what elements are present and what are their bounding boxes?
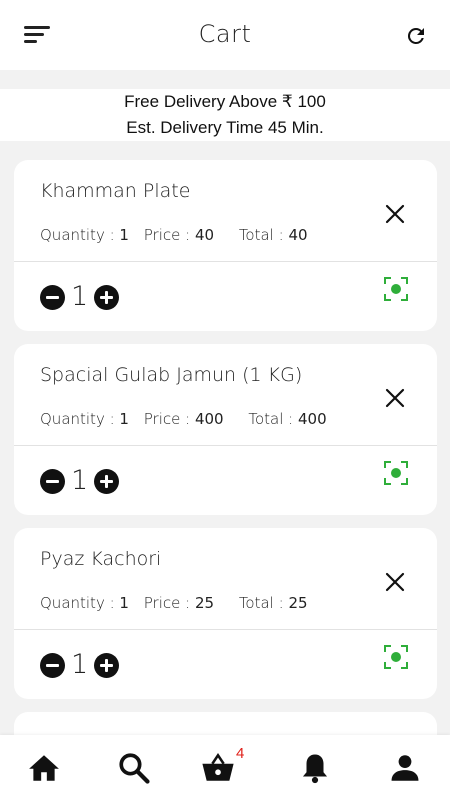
close-icon[interactable] (385, 204, 405, 224)
delivery-time-text: Est. Delivery Time 45 Min. (126, 118, 324, 137)
item-name: Pyaz Kachori (40, 548, 162, 570)
veg-indicator-icon (384, 645, 408, 669)
cart-item-card: Spacial Gulab Jamun (1 KG) Quantity : 1 … (14, 344, 437, 515)
total-value: 25 (288, 594, 308, 612)
profile-icon[interactable] (388, 751, 422, 785)
cart-item-card: Pyaz Kachori Quantity : 1 Price : 25 Tot… (14, 528, 437, 699)
price-label: Price : (143, 226, 195, 244)
quantity-label: Quantity : (40, 594, 120, 612)
veg-indicator-icon (384, 277, 408, 301)
delivery-info-banner: Free Delivery Above ₹ 100 Est. Delivery … (0, 89, 450, 141)
stepper-value: 1 (71, 649, 89, 680)
close-icon[interactable] (385, 388, 405, 408)
stepper-value: 1 (71, 281, 89, 312)
total-label: Total : (238, 226, 289, 244)
quantity-stepper: 1 (40, 281, 120, 312)
bottom-navigation: 4 (0, 735, 450, 800)
page-title: Cart (198, 20, 252, 48)
quantity-stepper: 1 (40, 649, 120, 680)
quantity-label: Quantity : (40, 410, 120, 428)
home-icon[interactable] (27, 751, 61, 785)
divider (14, 261, 437, 262)
stepper-value: 1 (71, 465, 89, 496)
close-icon[interactable] (385, 572, 405, 592)
minus-circle-icon[interactable] (40, 652, 65, 678)
cart-count-badge: 4 (236, 745, 245, 762)
divider (14, 629, 437, 630)
item-name: Spacial Gulab Jamun (1 KG) (40, 364, 303, 386)
quantity-stepper: 1 (40, 465, 120, 496)
plus-circle-icon[interactable] (94, 652, 120, 678)
total-label: Total : (248, 410, 298, 428)
price-value: 400 (194, 410, 224, 428)
notification-bell-icon[interactable] (298, 751, 332, 785)
free-delivery-text: Free Delivery Above ₹ 100 (124, 92, 326, 111)
minus-circle-icon[interactable] (40, 284, 65, 310)
divider (14, 445, 437, 446)
quantity-label: Quantity : (40, 226, 120, 244)
refresh-icon[interactable] (404, 24, 428, 48)
quantity-value: 1 (119, 594, 129, 612)
price-value: 40 (194, 226, 215, 244)
price-label: Price : (143, 410, 195, 428)
item-details: Quantity : 1 Price : 400 Total : 400 (40, 410, 327, 428)
app-header: Cart (0, 0, 450, 70)
quantity-value: 1 (119, 410, 129, 428)
total-value: 400 (297, 410, 327, 428)
item-details: Quantity : 1 Price : 25 Total : 25 (40, 594, 308, 612)
minus-circle-icon[interactable] (40, 468, 65, 494)
price-label: Price : (143, 594, 195, 612)
item-name: Khamman Plate (40, 180, 191, 202)
veg-indicator-icon (384, 461, 408, 485)
cart-basket-icon[interactable] (201, 751, 235, 785)
total-label: Total : (238, 594, 289, 612)
plus-circle-icon[interactable] (94, 468, 120, 494)
plus-circle-icon[interactable] (94, 284, 120, 310)
search-icon[interactable] (117, 751, 151, 785)
cart-item-card: Khamman Plate Quantity : 1 Price : 40 To… (14, 160, 437, 331)
quantity-value: 1 (119, 226, 129, 244)
item-details: Quantity : 1 Price : 40 Total : 40 (40, 226, 308, 244)
price-value: 25 (194, 594, 215, 612)
total-value: 40 (288, 226, 308, 244)
